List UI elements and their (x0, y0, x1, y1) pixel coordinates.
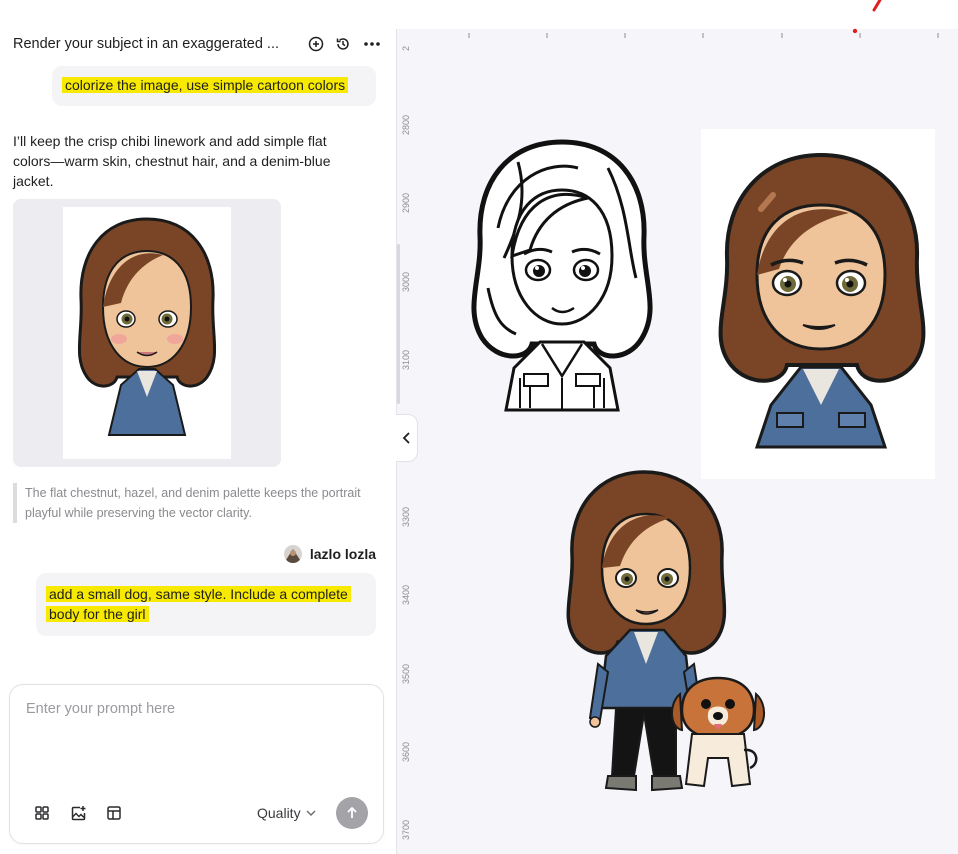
cursor-mark (852, 0, 882, 34)
arrow-up-icon (347, 806, 357, 818)
ruler-label: 3700 (401, 819, 411, 840)
full-body-with-dog-image[interactable] (558, 468, 768, 800)
assistant-message: I’ll keep the crisp chibi linework and a… (13, 133, 331, 189)
ruler-label: 3100 (401, 349, 411, 370)
layout-icon[interactable] (104, 803, 124, 823)
user-line: lazlo lozla (283, 545, 376, 563)
history-icon[interactable] (333, 34, 353, 54)
quality-select[interactable]: Quality (257, 803, 316, 823)
lineart-portrait-image[interactable] (458, 138, 663, 413)
colored-portrait-image[interactable] (701, 129, 935, 479)
user-message-1-text: colorize the image, use simple cartoon c… (62, 77, 349, 93)
chevron-left-icon (402, 432, 410, 444)
ruler-label: 3000 (401, 271, 411, 292)
user-name: lazlo lozla (309, 546, 376, 562)
ruler-label: 3600 (401, 741, 411, 762)
ruler-label: 2900 (401, 192, 411, 213)
ruler-label: 2800 (401, 114, 411, 135)
generated-image[interactable] (63, 207, 231, 459)
prompt-input[interactable] (26, 701, 366, 717)
prompt-box: Quality (9, 684, 384, 844)
quality-label: Quality (257, 805, 301, 821)
more-icon[interactable] (362, 34, 382, 54)
assistant-quote: The flat chestnut, hazel, and denim pale… (13, 483, 376, 523)
generated-image-card[interactable] (13, 199, 281, 467)
chat-panel: Render your subject in an exaggerated ..… (0, 0, 396, 854)
collapse-panel-button[interactable] (396, 414, 418, 462)
ruler-label: 2 (401, 45, 411, 51)
chat-title: Render your subject in an exaggerated ..… (13, 36, 279, 52)
avatar[interactable] (283, 545, 302, 563)
grid-icon[interactable] (32, 803, 52, 823)
add-image-icon[interactable] (68, 803, 88, 823)
user-message-2: add a small dog, same style. Include a c… (36, 573, 376, 636)
add-chat-icon[interactable] (306, 34, 326, 54)
ruler-label: 3500 (401, 663, 411, 684)
user-message-2-text: add a small dog, same style. Include a c… (46, 586, 351, 622)
ruler-label: 3400 (401, 584, 411, 605)
chat-header: Render your subject in an exaggerated ..… (13, 30, 385, 58)
send-button[interactable] (336, 797, 368, 829)
user-message-1: colorize the image, use simple cartoon c… (52, 66, 376, 106)
ruler-label: 3300 (401, 506, 411, 527)
chevron-down-icon (306, 810, 316, 816)
